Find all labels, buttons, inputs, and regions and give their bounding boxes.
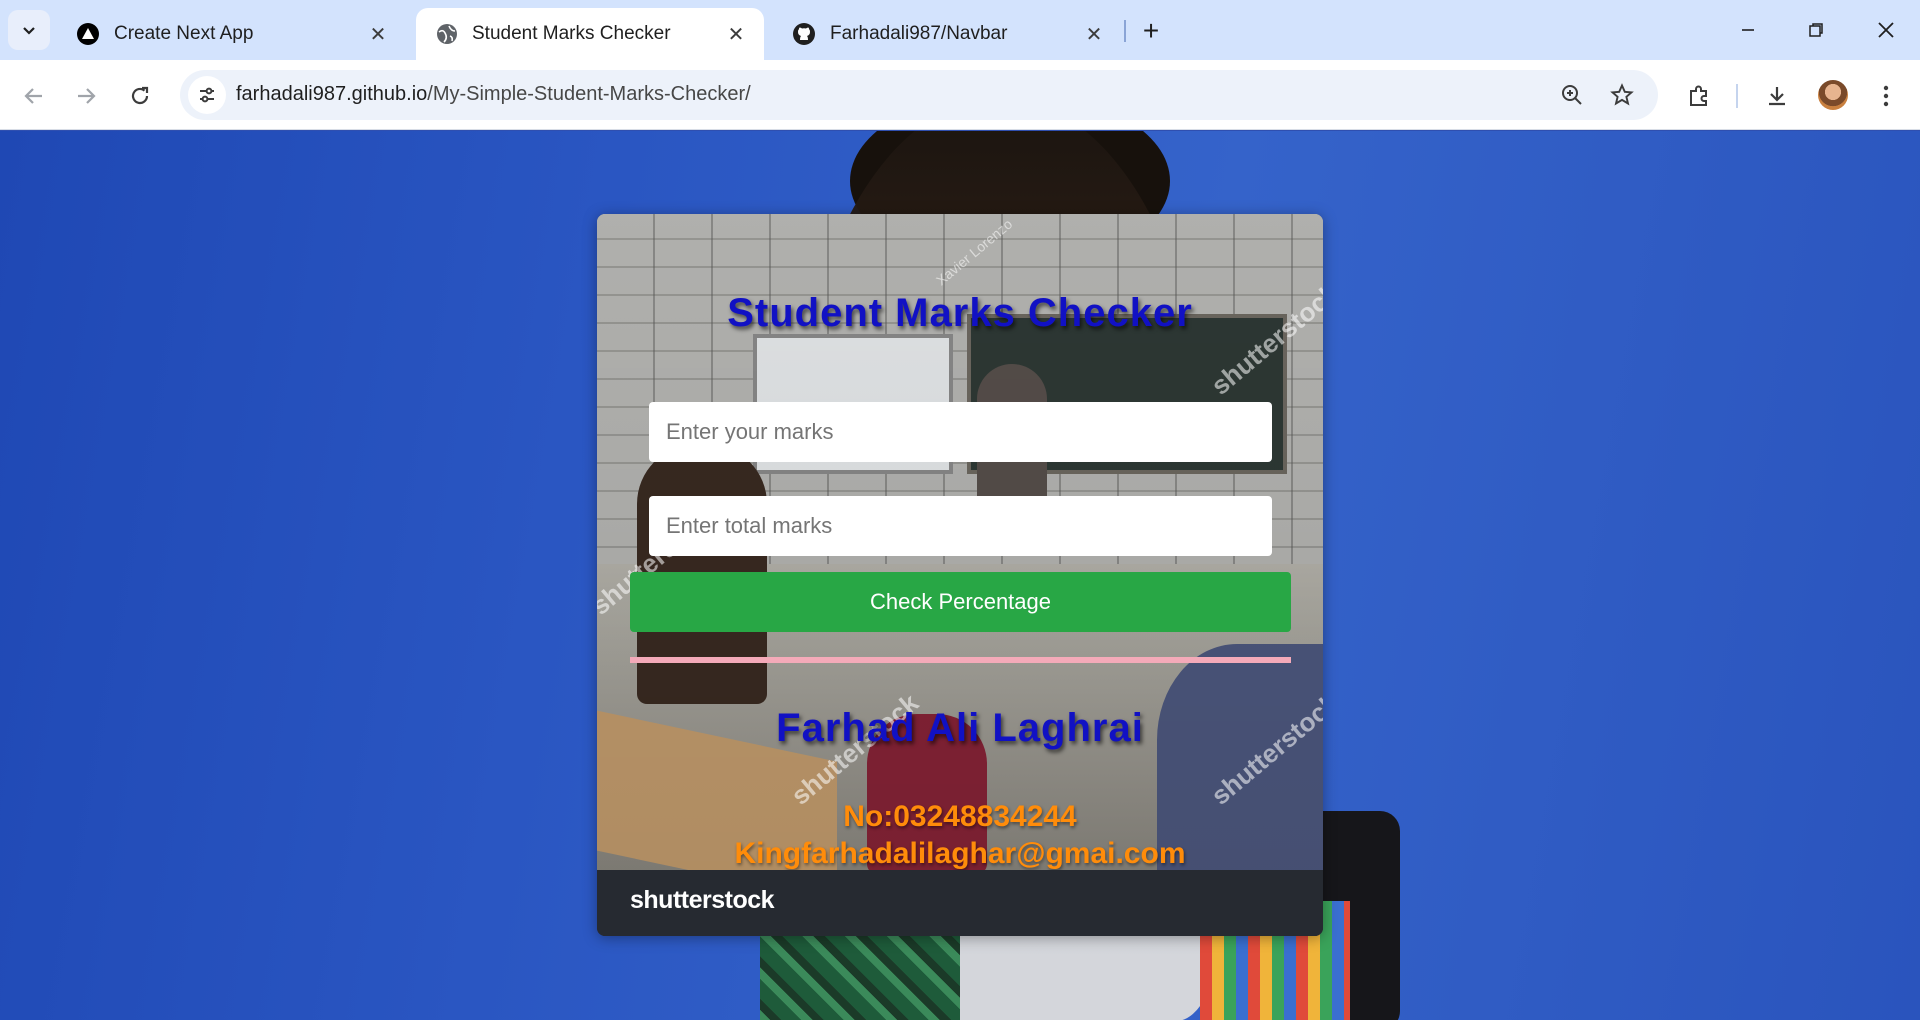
restore-icon — [1809, 23, 1823, 37]
close-icon[interactable]: ✕ — [722, 20, 750, 48]
close-icon[interactable]: ✕ — [1080, 20, 1108, 48]
close-window-button[interactable] — [1856, 10, 1916, 50]
url-text[interactable]: farhadali987.github.io/My-Simple-Student… — [236, 83, 751, 106]
profile-avatar[interactable] — [1818, 80, 1848, 110]
new-tab-button[interactable]: + — [1134, 14, 1168, 48]
check-percentage-button[interactable]: Check Percentage — [630, 572, 1291, 632]
forward-button[interactable] — [66, 76, 106, 116]
close-icon — [1878, 22, 1894, 38]
tune-icon — [200, 87, 214, 103]
marks-checker-card: Xavier Lorenzo shutterstock shutterstock… — [597, 214, 1323, 936]
chevron-down-icon — [23, 27, 35, 35]
bookmark-button[interactable] — [1608, 81, 1636, 109]
plus-icon: + — [1142, 15, 1160, 46]
puzzle-icon — [1690, 85, 1707, 106]
zoom-in-icon — [1562, 85, 1582, 105]
tab-separator — [1124, 20, 1126, 42]
page-title: Student Marks Checker — [727, 291, 1193, 335]
star-icon — [1610, 83, 1634, 106]
reload-icon — [131, 86, 149, 105]
url-path: /My-Simple-Student-Marks-Checker/ — [427, 83, 751, 105]
extensions-button[interactable] — [1681, 78, 1717, 114]
more-vert-icon — [1883, 85, 1889, 107]
toolbar-divider — [1736, 84, 1738, 108]
minimize-button[interactable] — [1718, 10, 1778, 50]
tab-title: Farhadali987/Navbar — [830, 23, 1008, 44]
browser-menu-button[interactable] — [1868, 78, 1904, 114]
download-icon — [1769, 87, 1785, 106]
globe-icon — [437, 24, 457, 44]
tab-strip: Create Next App ✕ Student Marks Checker … — [0, 0, 1920, 60]
address-bar[interactable]: farhadali987.github.io/My-Simple-Student… — [180, 70, 1658, 120]
url-host: farhadali987.github.io — [236, 83, 428, 105]
minimize-icon — [1742, 29, 1754, 31]
back-button[interactable] — [14, 76, 54, 116]
shutterstock-logo: shutterstock — [630, 886, 775, 914]
tab-search-button[interactable] — [8, 10, 50, 50]
close-icon[interactable]: ✕ — [364, 20, 392, 48]
arrow-right-icon — [78, 88, 96, 104]
tab-create-next-app[interactable]: Create Next App ✕ — [56, 8, 406, 60]
result-divider — [630, 657, 1291, 663]
restore-button[interactable] — [1786, 10, 1846, 50]
site-info-button[interactable] — [188, 76, 226, 114]
tab-title: Student Marks Checker — [472, 23, 671, 44]
tab-github-navbar[interactable]: Farhadali987/Navbar ✕ — [772, 8, 1122, 60]
reload-button[interactable] — [120, 76, 160, 116]
downloads-button[interactable] — [1759, 78, 1795, 114]
browser-toolbar: farhadali987.github.io/My-Simple-Student… — [0, 60, 1920, 130]
author-email: Kingfarhadalilaghar@gmai.com — [734, 837, 1186, 870]
zoom-button[interactable] — [1558, 81, 1586, 109]
marks-input[interactable] — [649, 402, 1272, 462]
tab-student-marks-checker[interactable]: Student Marks Checker ✕ — [416, 8, 764, 60]
author-phone: No:03248834244 — [843, 800, 1077, 833]
author-name: Farhad Ali Laghrai — [776, 706, 1144, 750]
nextjs-icon — [77, 23, 99, 45]
arrow-left-icon — [24, 88, 42, 104]
photo-credit-bar: shutterstock — [597, 870, 1323, 936]
total-marks-input[interactable] — [649, 496, 1272, 556]
tab-title: Create Next App — [114, 23, 254, 44]
github-icon — [793, 23, 815, 45]
